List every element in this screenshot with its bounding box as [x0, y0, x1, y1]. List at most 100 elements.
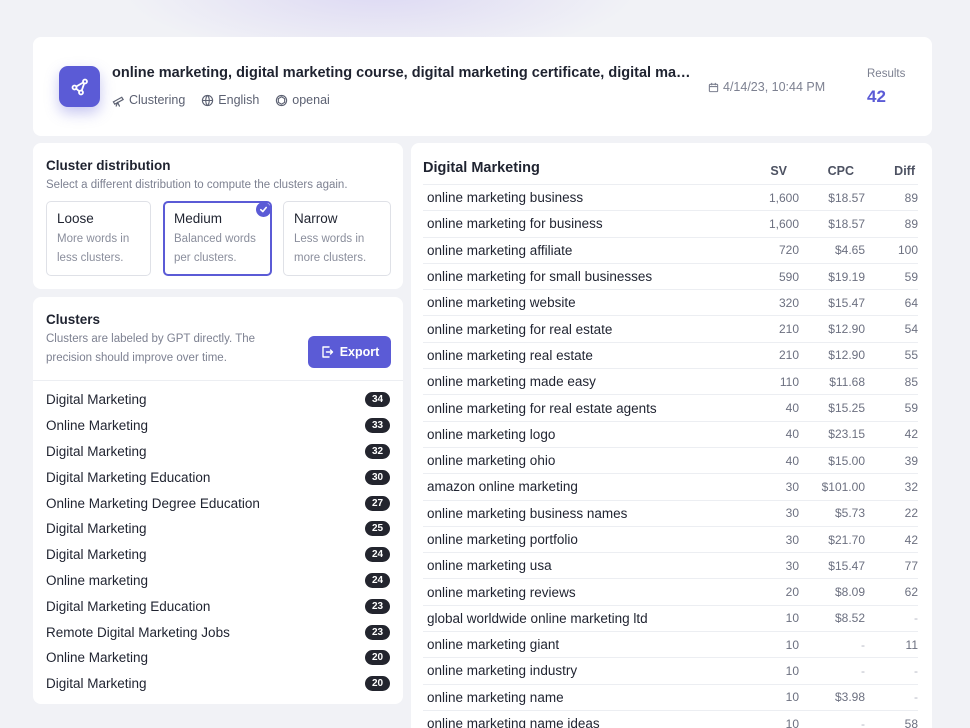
table-row[interactable]: online marketing for business 1,600 $18.57… — [423, 210, 918, 236]
query-date-label: 4/14/23, 10:44 PM — [723, 80, 826, 94]
cluster-label: Online Marketing Degree Education — [46, 495, 260, 511]
sv-cell: 10 — [785, 716, 799, 728]
diff-cell: 22 — [904, 506, 918, 521]
sv-cell: 20 — [785, 585, 799, 600]
cluster-label: Digital Marketing — [46, 547, 147, 563]
column-header-diff[interactable]: Diff — [885, 164, 915, 178]
table-row[interactable]: online marketing business 1,600 $18.57 89 — [423, 184, 918, 210]
cluster-item[interactable]: Online Marketing 20 — [33, 645, 403, 671]
keyword-cell: online marketing usa — [427, 558, 552, 574]
meta-engine-label: openai — [292, 93, 330, 107]
cluster-distribution-panel: Cluster distribution Select a different … — [33, 143, 403, 289]
table-row[interactable]: amazon online marketing 30 $101.00 32 — [423, 473, 918, 499]
keyword-cell: online marketing for real estate agents — [427, 400, 657, 416]
query-header: online marketing, digital marketing cour… — [33, 37, 932, 136]
table-row[interactable]: online marketing industry 10 - - — [423, 657, 918, 683]
sv-cell: 30 — [785, 506, 799, 521]
table-row[interactable]: online marketing made easy 110 $11.68 85 — [423, 368, 918, 394]
table-row[interactable]: online marketing real estate 210 $12.90 55 — [423, 341, 918, 368]
column-header-sv[interactable]: SV — [763, 164, 787, 178]
cluster-count-badge: 27 — [365, 495, 390, 511]
sv-cell: 210 — [778, 322, 799, 337]
query-title: online marketing, digital marketing cour… — [112, 65, 692, 81]
cluster-item[interactable]: Online Marketing Degree Education 27 — [33, 490, 403, 516]
cpc-cell: $15.47 — [828, 558, 865, 573]
diff-cell: 11 — [905, 637, 918, 652]
cluster-item[interactable]: Digital Marketing 25 — [33, 516, 403, 542]
diff-cell: 42 — [904, 532, 918, 547]
cluster-count-badge: 32 — [365, 443, 390, 459]
distribution-option-medium[interactable]: Medium Balanced words per clusters. — [163, 201, 272, 276]
cluster-item[interactable]: Digital Marketing 34 — [33, 387, 403, 413]
diff-cell: 59 — [904, 401, 918, 416]
sv-cell: 30 — [785, 479, 799, 494]
cluster-label: Digital Marketing — [46, 676, 147, 692]
cpc-cell: - — [861, 716, 865, 728]
keyword-cell: online marketing name ideas — [427, 716, 600, 728]
option-desc: Less words in — [294, 233, 365, 245]
keyword-cell: online marketing for real estate — [427, 321, 613, 337]
diff-cell: 59 — [904, 269, 918, 284]
table-row[interactable]: online marketing reviews 20 $8.09 62 — [423, 578, 918, 604]
table-row[interactable]: online marketing name ideas 10 - 58 — [423, 709, 918, 728]
cluster-count-badge: 34 — [365, 392, 390, 408]
diff-cell: 39 — [904, 453, 918, 468]
cluster-count-badge: 30 — [365, 469, 390, 485]
cluster-item[interactable]: Digital Marketing 24 — [33, 542, 403, 568]
diff-cell: 89 — [904, 216, 918, 231]
table-row[interactable]: online marketing giant 10 - 11 — [423, 631, 918, 657]
sv-cell: 590 — [778, 269, 799, 284]
table-row[interactable]: online marketing for real estate 210 $12.9… — [423, 315, 918, 341]
diff-cell: 54 — [904, 322, 918, 337]
cluster-count-badge: 20 — [365, 676, 390, 692]
option-name: Medium — [174, 211, 223, 226]
option-desc: per clusters. — [174, 252, 237, 264]
keyword-cell: online marketing for small businesses — [427, 269, 653, 285]
table-row[interactable]: online marketing usa 30 $15.47 77 — [423, 552, 918, 578]
cluster-item[interactable]: Digital Marketing Education 30 — [33, 464, 403, 490]
table-row[interactable]: online marketing affiliate 720 $4.65 100 — [423, 236, 918, 263]
cluster-item[interactable]: Remote Digital Marketing Jobs 23 — [33, 619, 403, 645]
cluster-item[interactable]: Digital Marketing 20 — [33, 671, 403, 697]
results-count: 42 — [867, 87, 886, 106]
diff-cell: 58 — [904, 716, 918, 728]
cluster-label: Online Marketing — [46, 418, 149, 434]
table-row[interactable]: online marketing for real estate agents 4… — [423, 394, 918, 420]
distribution-title: Cluster distribution — [46, 158, 171, 173]
cluster-item[interactable]: Digital Marketing Education 23 — [33, 593, 403, 619]
distribution-option-loose[interactable]: Loose More words in less clusters. — [46, 201, 151, 276]
export-icon — [322, 346, 333, 358]
calendar-icon — [708, 82, 719, 92]
cpc-cell: $21.70 — [828, 532, 865, 547]
diff-cell: 32 — [904, 479, 918, 494]
option-desc: less clusters. — [57, 252, 124, 264]
export-button[interactable]: Export — [308, 336, 391, 368]
meta-engine: openai — [275, 93, 330, 107]
keyword-cell: online marketing industry — [427, 663, 578, 679]
table-row[interactable]: online marketing name 10 $3.98 - — [423, 683, 918, 710]
cpc-cell: $8.09 — [834, 585, 865, 600]
cluster-item[interactable]: Online Marketing 33 — [33, 413, 403, 439]
table-row[interactable]: online marketing logo 40 $23.15 42 — [423, 420, 918, 447]
column-header-cpc[interactable]: CPC — [821, 164, 854, 178]
table-row[interactable]: global worldwide online marketing ltd 10 $… — [423, 604, 918, 631]
sv-cell: 10 — [785, 637, 799, 652]
keyword-cell: online marketing giant — [427, 637, 560, 653]
keyword-table-body: online marketing business 1,600 $18.57 89 on… — [423, 184, 918, 728]
clusters-panel: Clusters Clusters are labeled by GPT dir… — [33, 297, 403, 704]
distribution-option-narrow[interactable]: Narrow Less words in more clusters. — [283, 201, 391, 276]
table-row[interactable]: online marketing for small businesses 590… — [423, 262, 918, 289]
cluster-count-badge: 23 — [365, 598, 390, 614]
sv-cell: 110 — [779, 374, 799, 389]
cluster-label: Digital Marketing — [46, 521, 147, 537]
table-row[interactable]: online marketing ohio 40 $15.00 39 — [423, 446, 918, 473]
table-row[interactable]: online marketing website 320 $15.47 64 — [423, 289, 918, 315]
cluster-count-badge: 20 — [365, 650, 390, 666]
cluster-item[interactable]: Online marketing 24 — [33, 568, 403, 594]
keyword-cell: online marketing name — [427, 689, 564, 705]
cluster-item[interactable]: Digital Marketing 32 — [33, 439, 403, 465]
keyword-cell: online marketing ohio — [427, 453, 556, 469]
table-row[interactable]: online marketing portfolio 30 $21.70 42 — [423, 525, 918, 552]
keyword-cell: global worldwide online marketing ltd — [427, 610, 648, 626]
table-row[interactable]: online marketing business names 30 $5.73 22 — [423, 499, 918, 526]
